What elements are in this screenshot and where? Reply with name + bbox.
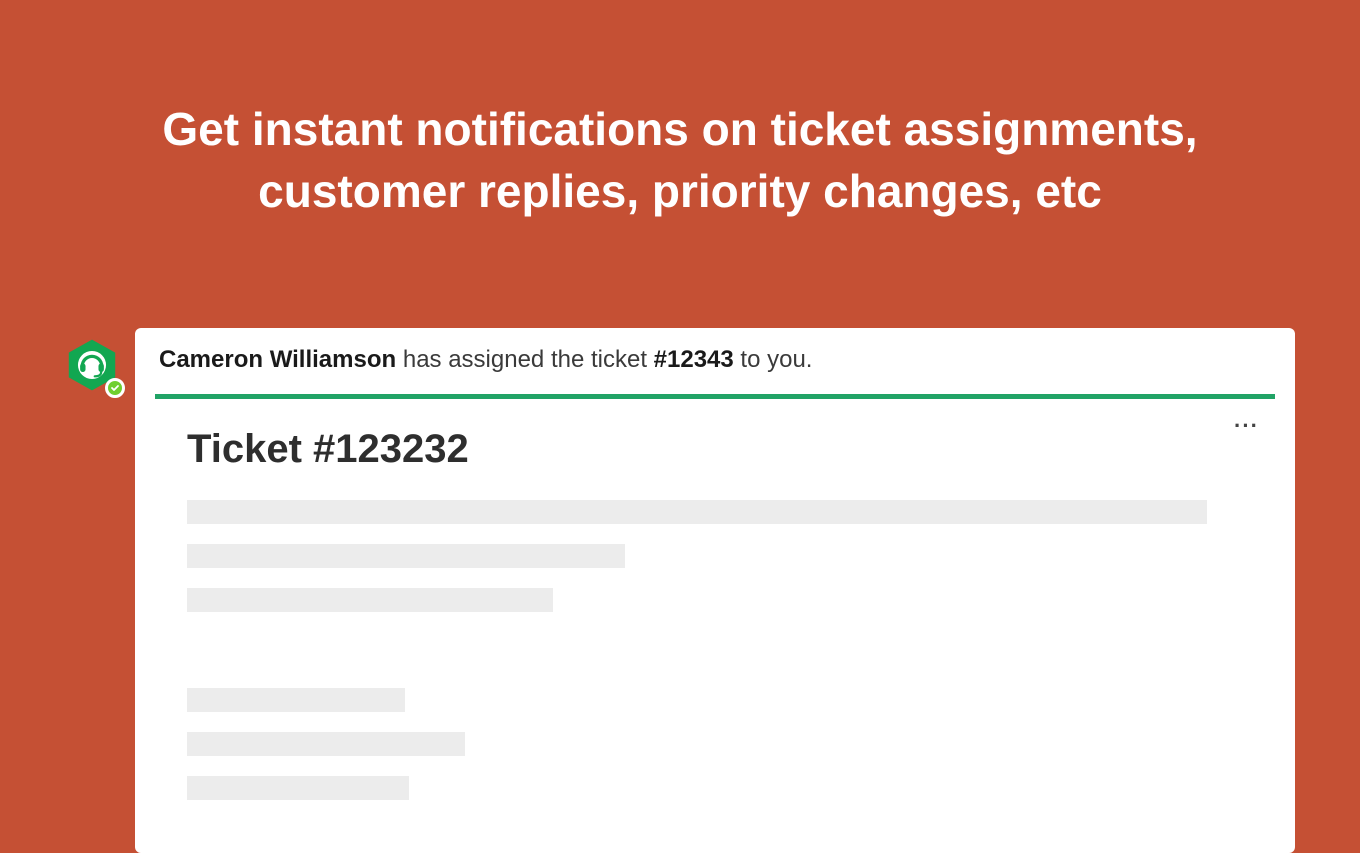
- page-headline: Get instant notifications on ticket assi…: [0, 0, 1360, 222]
- more-icon[interactable]: ···: [1228, 407, 1265, 445]
- placeholder-line: [187, 500, 1207, 524]
- notification-verb-suffix: to you.: [734, 346, 813, 373]
- ticket-body: ··· Ticket #123232: [135, 399, 1295, 820]
- placeholder-line: [187, 688, 405, 712]
- notification-card: Cameron Williamson has assigned the tick…: [135, 328, 1295, 853]
- notification-verb-prefix: has assigned the ticket: [396, 346, 653, 373]
- ticket-title: Ticket #123232: [187, 427, 1261, 472]
- notification-message: Cameron Williamson has assigned the tick…: [135, 328, 1295, 394]
- placeholder-line: [187, 544, 625, 568]
- notification-ticket-ref: #12343: [654, 346, 734, 373]
- app-avatar: [65, 338, 119, 392]
- check-icon: [105, 378, 125, 398]
- notification-actor: Cameron Williamson: [159, 346, 396, 373]
- placeholder-line: [187, 776, 409, 800]
- placeholder-line: [187, 588, 553, 612]
- placeholder-line: [187, 732, 465, 756]
- ticket-content-placeholder: [187, 500, 1261, 800]
- notification-card-wrap: Cameron Williamson has assigned the tick…: [135, 328, 1295, 853]
